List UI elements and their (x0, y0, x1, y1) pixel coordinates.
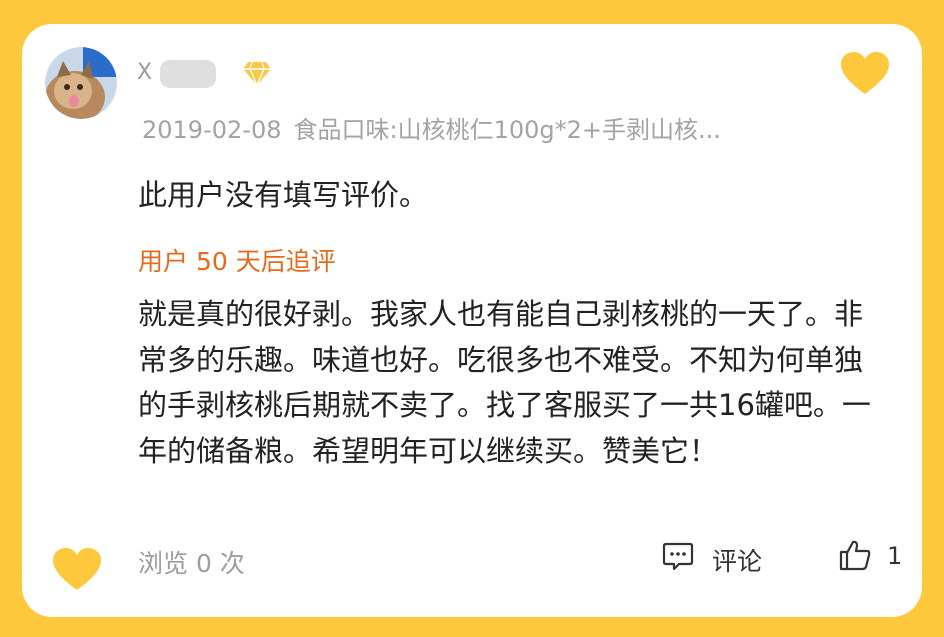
view-count: 浏览 0 次 (138, 549, 245, 578)
heart-icon[interactable] (840, 52, 890, 96)
avatar[interactable] (45, 47, 117, 119)
username[interactable]: X (137, 60, 153, 85)
diamond-icon (242, 59, 272, 87)
thumbs-up-icon[interactable] (838, 538, 872, 572)
review-card: X 2019-02-08 食品口味:山核桃仁100g*2+手剥山核... 此用户没… (22, 24, 922, 617)
like-count[interactable]: 1 (887, 542, 902, 570)
heart-icon[interactable] (52, 548, 102, 592)
product-variant: 食品口味:山核桃仁100g*2+手剥山核... (293, 116, 721, 144)
review-text: 此用户没有填写评价。 (138, 178, 429, 212)
followup-label: 用户 50 天后追评 (138, 247, 336, 276)
followup-text: 就是真的很好剥。我家人也有能自己剥核桃的一天了。非常多的乐趣。味道也好。吃很多也… (138, 297, 871, 468)
comment-button[interactable]: 评论 (712, 542, 762, 578)
review-meta: 2019-02-08 食品口味:山核桃仁100g*2+手剥山核... (142, 110, 721, 145)
review-date: 2019-02-08 (142, 116, 282, 144)
comment-icon[interactable] (662, 540, 694, 572)
username-obscured (160, 60, 216, 88)
